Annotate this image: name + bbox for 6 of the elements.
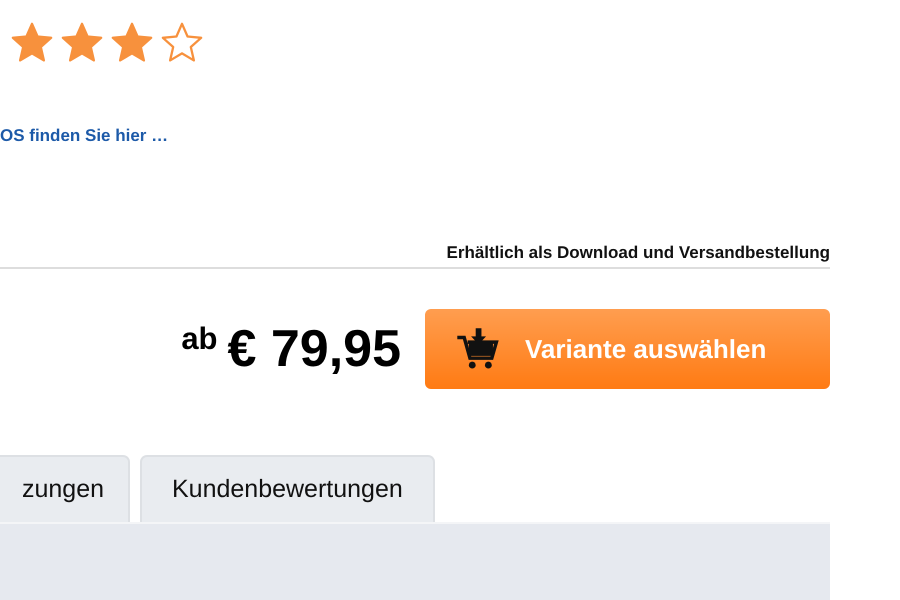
availability-text: Erhältlich als Download und Versandbestellung: [446, 243, 830, 263]
price-prefix: ab: [181, 321, 218, 357]
tab[interactable]: zungen: [0, 455, 130, 522]
tab[interactable]: Kundenbewertungen: [140, 455, 435, 522]
more-link[interactable]: OS finden Sie hier …: [0, 126, 168, 146]
price-text: € 79,95: [228, 319, 401, 379]
